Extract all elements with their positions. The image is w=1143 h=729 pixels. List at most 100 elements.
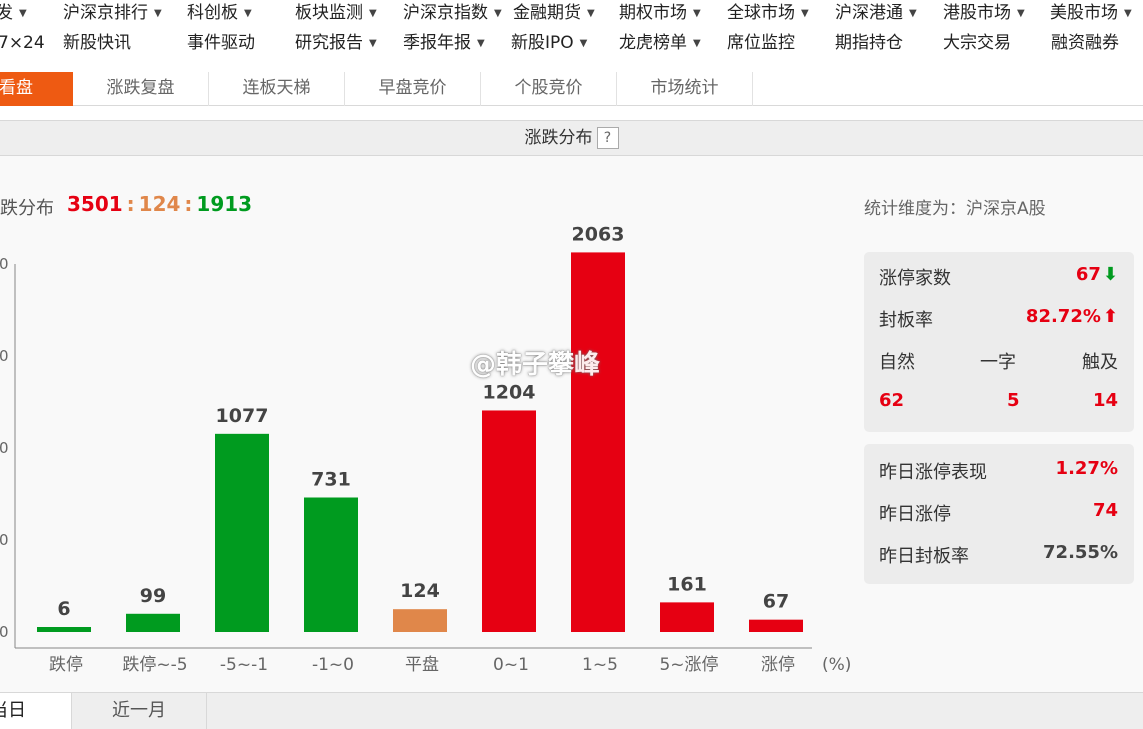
bar-value-label: 1204: [483, 381, 536, 403]
tab-stock-auction[interactable]: 个股竞价: [481, 72, 617, 106]
bar-2: [215, 433, 269, 632]
tab-limit-ladder[interactable]: 连板天梯: [209, 72, 345, 106]
caret-down-icon: ▼: [693, 38, 701, 49]
distribution-bar-chart: 0 0 0 0 0 6 跌停 99 跌停~-5 1077 -5~-1 731 -1~0 124 平盘 1204…: [0, 223, 851, 675]
nav-item-global-market[interactable]: 全球市场 ▼: [727, 0, 809, 30]
nav-item-sector-monitor[interactable]: 板块监测 ▼: [295, 0, 377, 30]
caret-down-icon: ▼: [579, 38, 588, 49]
x-tick-label: -5~-1: [220, 655, 268, 675]
nav-item-7x24[interactable]: 7×24: [0, 30, 45, 60]
nav-item-hs-index[interactable]: 沪深京指数 ▼: [403, 0, 502, 30]
nav-item-options-market[interactable]: 期权市场 ▼: [619, 0, 701, 30]
bar-value-label: 161: [667, 573, 707, 595]
caret-down-icon: ▼: [693, 8, 701, 19]
bar-0: [37, 627, 91, 632]
nav-item-event-driven[interactable]: 事件驱动: [187, 30, 255, 60]
yesterday-performance-label: 昨日涨停表现: [879, 462, 987, 483]
nav-item-futures-positions[interactable]: 期指持仓: [835, 30, 903, 60]
caret-down-icon: ▼: [1017, 8, 1025, 19]
bar-3: [304, 497, 358, 632]
nav-item-stock-connect[interactable]: 沪深港通 ▼: [835, 0, 917, 30]
y-tick-label: 0: [0, 439, 9, 457]
tab-market-view[interactable]: 盘看盘: [0, 72, 73, 106]
nav-item-seat-monitor[interactable]: 席位监控: [727, 30, 795, 60]
tab-today[interactable]: 当日: [0, 693, 72, 729]
x-tick-label: 跌停: [49, 655, 83, 675]
bar-value-label: 99: [140, 585, 166, 607]
limit-up-type-headers: 自然 一字 触及: [879, 348, 1118, 378]
caret-down-icon: ▼: [154, 8, 162, 19]
section-title: 涨跌分布: [524, 128, 593, 148]
x-tick-label: 0~1: [493, 655, 529, 675]
bar-value-label: 1077: [216, 405, 269, 427]
tab-rise-fall-review[interactable]: 涨跌复盘: [73, 72, 209, 106]
y-tick-label: 0: [0, 347, 9, 365]
nav-item-ipo-news[interactable]: 新股快讯: [63, 30, 131, 60]
yesterday-stats-panel: 昨日涨停表现 1.27% 昨日涨停 74 昨日封板率 72.55%: [864, 444, 1134, 584]
nav-row-2: 7×24 新股快讯 事件驱动 研究报告 ▼ 季报年报 ▼ 新股IPO ▼ 龙虎榜单 ▼ …: [0, 30, 1143, 60]
nav-item-dragon-tiger[interactable]: 龙虎榜单 ▼: [619, 30, 701, 60]
seal-rate-label: 封板率: [879, 310, 933, 331]
bar-7: [660, 602, 714, 632]
section-header: 涨跌分布?: [0, 120, 1143, 156]
one-word-header: 一字: [980, 352, 1016, 373]
bar-value-label: 2063: [572, 223, 625, 245]
y-tick-label: 0: [0, 531, 9, 549]
bar-value-label: 124: [400, 580, 440, 602]
touched-value: 14: [1092, 390, 1118, 411]
seal-rate-value: 82.72% ⬆: [1025, 306, 1118, 327]
nav-item-star-market[interactable]: 科创板 ▼: [187, 0, 252, 30]
tab-morning-auction[interactable]: 早盘竞价: [345, 72, 481, 106]
x-tick-label: 1~5: [582, 655, 618, 675]
caret-down-icon: ▼: [1124, 8, 1132, 19]
nav-item-financial-futures[interactable]: 金融期货 ▼: [513, 0, 595, 30]
caret-down-icon: ▼: [244, 8, 252, 19]
limit-up-stats-panel: 涨停家数 67 ⬇ 封板率 82.72% ⬆ 自然 一字 触及 62 5 14: [864, 252, 1134, 432]
stat-dimension: 统计维度为：沪深京A股: [864, 199, 1046, 219]
nav-item-partial[interactable]: 发 ▼: [0, 0, 27, 30]
x-tick-label: 跌停~-5: [122, 655, 187, 675]
y-tick-label: 0: [0, 255, 9, 273]
distribution-panel: 跌分布 3501:124:1913 统计维度为：沪深京A股 0 0 0 0 0 6 跌停 99…: [0, 156, 1143, 692]
yesterday-limit-up-label: 昨日涨停: [879, 504, 951, 525]
limit-up-type-values: 62 5 14: [879, 390, 1118, 420]
yesterday-seal-rate-row: 昨日封板率 72.55%: [879, 542, 1118, 572]
touched-header: 触及: [1082, 352, 1118, 373]
yesterday-seal-rate-label: 昨日封板率: [879, 546, 969, 567]
nav-row-1: 发 ▼ 沪深京排行 ▼ 科创板 ▼ 板块监测 ▼ 沪深京指数 ▼ 金融期货 ▼ 期权市场 ▼ …: [0, 0, 1143, 30]
yesterday-seal-rate-value: 72.55%: [1043, 542, 1118, 563]
limit-up-count-value: 67 ⬇: [1075, 264, 1118, 285]
yesterday-performance-row: 昨日涨停表现 1.27%: [879, 458, 1118, 488]
nav-item-hk-market[interactable]: 港股市场 ▼: [943, 0, 1025, 30]
nav-item-hs-rank[interactable]: 沪深京排行 ▼: [63, 0, 162, 30]
period-tabs: 当日 近一月: [0, 692, 1143, 729]
seal-rate-row: 封板率 82.72% ⬆: [879, 306, 1118, 336]
x-tick-label: -1~0: [312, 655, 354, 675]
x-unit-label: (%): [822, 655, 851, 675]
bar-8: [749, 619, 803, 632]
nav-item-block-trades[interactable]: 大宗交易: [943, 30, 1011, 60]
caret-down-icon: ▼: [369, 8, 377, 19]
bar-5: [482, 410, 536, 632]
caret-down-icon: ▼: [477, 38, 485, 49]
nav-item-research-reports[interactable]: 研究报告 ▼: [295, 30, 377, 60]
arrow-up-icon: ⬆: [1102, 306, 1118, 327]
tab-last-month[interactable]: 近一月: [72, 693, 207, 729]
limit-up-count-label: 涨停家数: [879, 268, 951, 289]
yesterday-limit-up-row: 昨日涨停 74: [879, 500, 1118, 530]
bar-value-label: 67: [763, 591, 789, 613]
help-icon[interactable]: ?: [596, 127, 619, 149]
nav-item-quarterly-reports[interactable]: 季报年报 ▼: [403, 30, 485, 60]
tab-market-stats[interactable]: 市场统计: [617, 72, 753, 106]
arrow-down-icon: ⬇: [1102, 264, 1118, 285]
natural-header: 自然: [879, 352, 915, 373]
y-tick-label: 0: [0, 623, 9, 641]
nav-item-us-market[interactable]: 美股市场 ▼: [1050, 0, 1132, 30]
nav-item-new-ipo[interactable]: 新股IPO ▼: [511, 30, 587, 60]
one-word-value: 5: [1007, 390, 1020, 411]
nav-item-margin-trading[interactable]: 融资融券: [1051, 30, 1119, 60]
bar-value-label: 6: [57, 598, 70, 620]
bar-value-label: 731: [311, 468, 351, 490]
bar-1: [126, 613, 180, 632]
watermark: @韩子攀峰: [470, 350, 601, 380]
